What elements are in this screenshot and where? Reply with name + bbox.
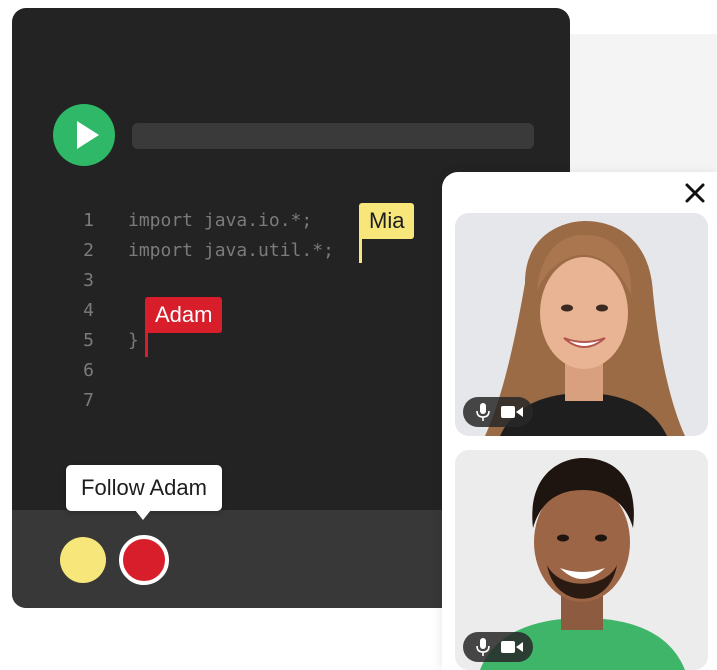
line-number: 4 <box>83 300 94 321</box>
participant-video-adam[interactable] <box>455 450 708 670</box>
microphone-icon[interactable] <box>476 403 490 421</box>
play-icon <box>77 121 99 149</box>
code-line: 6 <box>12 356 512 386</box>
microphone-icon[interactable] <box>476 638 490 656</box>
close-icon[interactable] <box>684 182 706 204</box>
adam-cursor-caret <box>145 333 148 357</box>
line-code[interactable]: } <box>128 326 139 356</box>
code-line: 1 import java.io.*; <box>12 206 512 236</box>
follow-tooltip: Follow Adam <box>66 465 222 511</box>
run-button[interactable] <box>53 104 115 166</box>
video-camera-icon[interactable] <box>501 405 523 419</box>
line-number: 3 <box>83 270 94 291</box>
line-number: 5 <box>83 330 94 351</box>
line-number: 7 <box>83 390 94 411</box>
code-line: 4 <box>12 296 512 326</box>
line-code[interactable]: import java.io.*; <box>128 206 312 236</box>
adam-presence-avatar[interactable] <box>119 535 169 585</box>
media-controls <box>463 397 533 427</box>
mia-cursor-caret <box>359 239 362 263</box>
line-number: 1 <box>83 210 94 231</box>
editor-title-bar[interactable] <box>132 123 534 149</box>
code-line: 5 } <box>12 326 512 356</box>
line-number: 6 <box>83 360 94 381</box>
tooltip-arrow <box>135 510 151 520</box>
mia-presence-avatar[interactable] <box>60 537 106 583</box>
line-number: 2 <box>83 240 94 261</box>
code-line: 2 import java.util.*; <box>12 236 512 266</box>
video-camera-icon[interactable] <box>501 640 523 654</box>
participant-video-mia[interactable] <box>455 213 708 436</box>
media-controls <box>463 632 533 662</box>
line-code[interactable]: import java.util.*; <box>128 236 334 266</box>
adam-cursor-label: Adam <box>145 297 223 333</box>
code-line: 7 <box>12 386 512 416</box>
mia-cursor-label: Mia <box>359 203 415 239</box>
code-line: 3 <box>12 266 512 296</box>
